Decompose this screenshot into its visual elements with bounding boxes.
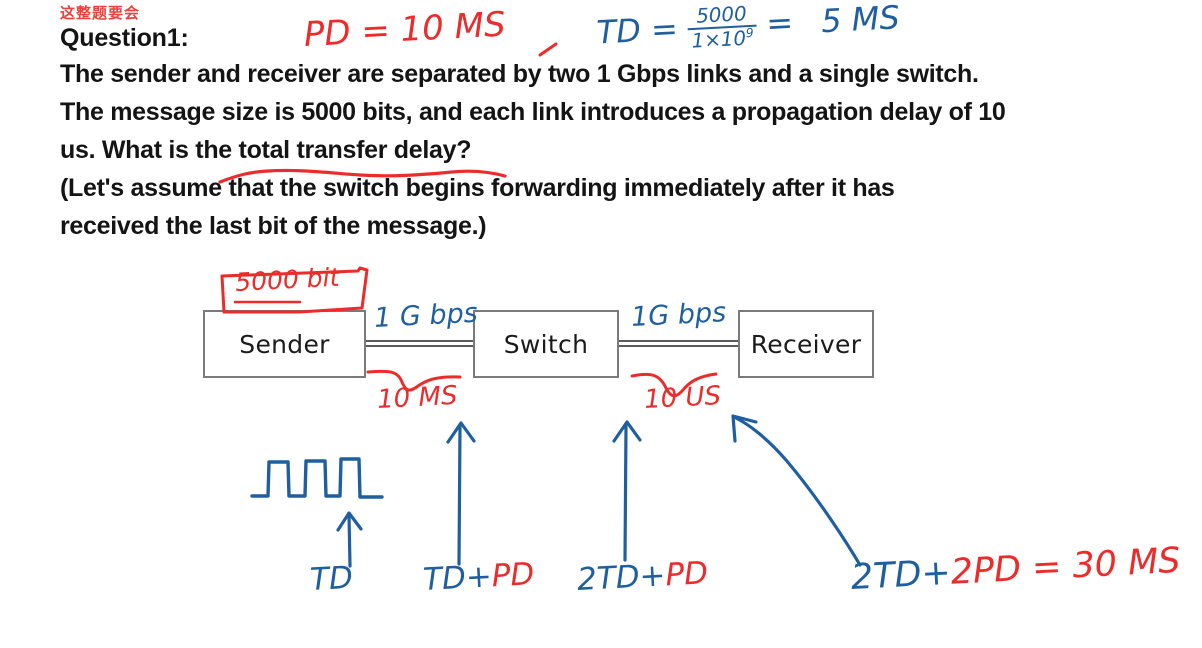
diagram-node-sender: Sender: [203, 310, 366, 378]
slide-text-block: 这整题要会 Question1: The sender and receiver…: [60, 4, 1120, 245]
annotation-timeline-label-1: TD: [309, 559, 354, 598]
diagram-node-receiver: Receiver: [738, 310, 874, 378]
question-body-line-4: (Let's assume that the switch begins for…: [60, 174, 895, 202]
blue-arrow-2td-plus-pd: [612, 420, 642, 562]
question-body-line-5: received the last bit of the message.): [60, 212, 487, 240]
annotation-final-equation-blue: 2TD+: [849, 552, 952, 598]
annotation-td-formula-exponent: 9: [745, 25, 754, 41]
diagram-node-sender-label: Sender: [239, 329, 330, 359]
diagram-node-switch: Switch: [473, 310, 619, 378]
question-label: Question1:: [60, 24, 189, 52]
diagram-link-sender-switch: [366, 340, 473, 347]
annotation-final-equation-red: 2PD = 30 MS: [949, 540, 1182, 593]
annotation-timeline-label-2-red: PD: [490, 556, 536, 595]
annotation-timeline-label-3: 2TD+PD: [576, 555, 709, 598]
blue-arrow-td-plus-pd: [446, 421, 476, 566]
question-body-line-1: The sender and receiver are separated by…: [60, 60, 979, 88]
blue-diagonal-arrow-to-receiver: [731, 414, 862, 567]
annotation-timeline-label-2-blue: TD+: [422, 558, 493, 598]
blue-arrow-td: [336, 511, 363, 568]
question-body: The sender and receiver are separated by…: [60, 55, 1070, 245]
annotation-message-size-label: 5000 bit: [234, 262, 341, 297]
annotation-td-formula-result: 5 MS: [820, 0, 901, 40]
blue-square-wave-signal: [250, 457, 384, 499]
question-body-line-2: The message size is 5000 bits, and each …: [60, 98, 1006, 126]
annotation-final-equation: 2TD+2PD = 30 MS: [850, 541, 1182, 598]
annotation-timeline-label-3-red: PD: [664, 555, 709, 594]
diagram-node-receiver-label: Receiver: [750, 329, 862, 359]
annotation-td-formula-equals: =: [765, 3, 795, 43]
annotation-link1-prop-delay: 10 MS: [376, 380, 459, 415]
question-body-line-3: us. What is the total transfer delay?: [60, 136, 472, 164]
annotation-link1-rate: 1 G bps: [373, 297, 479, 334]
annotation-link2-rate: 1G bps: [630, 297, 727, 333]
annotation-td-formula-denominator: 1×109: [691, 25, 754, 53]
annotation-link2-prop-delay: 10 US: [643, 381, 722, 415]
annotation-timeline-label-2: TD+PD: [422, 556, 535, 598]
diagram-link-switch-receiver: [619, 340, 738, 347]
annotation-timeline-label-3-blue: 2TD+: [576, 557, 667, 598]
annotation-td-formula-fraction: 5000 1×109: [686, 2, 758, 53]
chinese-note: 这整题要会: [60, 4, 141, 22]
diagram-node-switch-label: Switch: [503, 329, 589, 359]
annotation-td-formula-lhs: TD =: [595, 9, 679, 52]
